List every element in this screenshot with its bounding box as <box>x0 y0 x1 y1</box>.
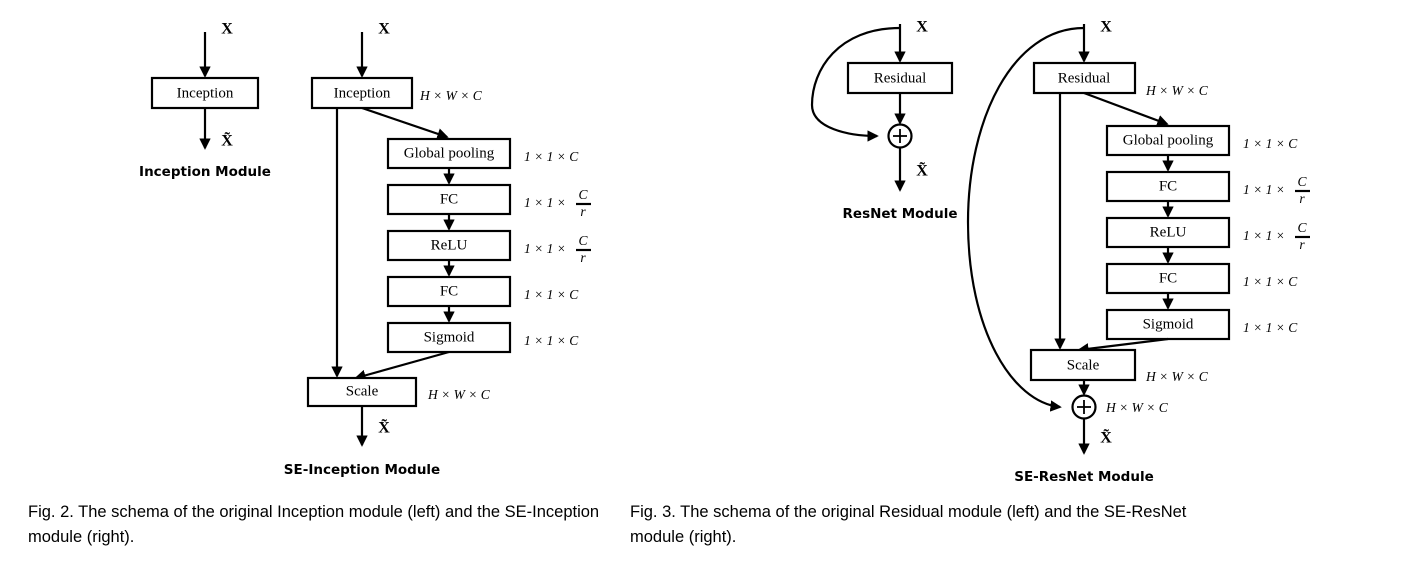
resnet-module-group: X Residual X̃ ResNet Module <box>810 19 958 222</box>
figure2-caption: Fig. 2. The schema of the original Incep… <box>28 503 600 546</box>
se-resnet-module-title: SE-ResNet Module <box>1014 469 1154 485</box>
relu-dim-prefix: 1 × 1 × <box>524 241 566 256</box>
se-resnet-input-label: X <box>1100 19 1112 36</box>
se-inception-module-title: SE-Inception Module <box>284 462 440 478</box>
resnet-output-label: X̃ <box>916 160 928 179</box>
fc2-dim: 1 × 1 × C <box>524 287 579 302</box>
se-sigmoid-dim: 1 × 1 × C <box>1243 320 1298 335</box>
fc1-dim-numerator: C <box>578 187 588 202</box>
global-pooling-dim: 1 × 1 × C <box>524 149 579 164</box>
se-resnet-output-label: X̃ <box>1100 427 1112 446</box>
fc2-box-label: FC <box>440 283 458 299</box>
relu-dim: 1 × 1 × C r <box>524 233 591 265</box>
se-scale-dim: H × W × C <box>1145 369 1209 384</box>
sigmoid-box-label: Sigmoid <box>424 329 475 345</box>
relu-box-label: ReLU <box>431 237 468 253</box>
inception-module-title: Inception Module <box>139 164 271 180</box>
se-relu-dim-denominator: r <box>1299 237 1305 252</box>
sigmoid-dim: 1 × 1 × C <box>524 333 579 348</box>
inception-module-group: X Inception X̃ Inception Module <box>139 21 271 180</box>
se-resnet-module-group: X Residual H × W × C Global pooling 1 × … <box>966 19 1310 485</box>
sigmoid-to-scale-arrow <box>354 350 450 381</box>
se-relu-dim-numerator: C <box>1297 220 1307 235</box>
se-relu-dim-prefix: 1 × 1 × <box>1243 228 1285 243</box>
se-inception-output-label: X̃ <box>378 417 390 436</box>
relu-dim-numerator: C <box>578 233 588 248</box>
se-fc1-box-label: FC <box>1159 178 1177 194</box>
figures-area: X Inception X̃ Inception Module X Incept… <box>0 0 1413 490</box>
se-relu-box-label: ReLU <box>1150 224 1187 240</box>
inception-output-label: X̃ <box>221 130 233 149</box>
se-global-pooling-dim: 1 × 1 × C <box>1243 136 1298 151</box>
se-sigmoid-box-label: Sigmoid <box>1143 316 1194 332</box>
se-fc2-dim: 1 × 1 × C <box>1243 274 1298 289</box>
se-inception-branch-to-pooling <box>361 106 449 140</box>
se-sigmoid-to-scale-arrow <box>1077 337 1169 355</box>
se-fc2-box-label: FC <box>1159 270 1177 286</box>
fc1-dim: 1 × 1 × C r <box>524 187 591 219</box>
scale-dim: H × W × C <box>427 387 491 402</box>
se-fc1-dim-prefix: 1 × 1 × <box>1243 182 1285 197</box>
se-fc1-dim-denominator: r <box>1299 191 1305 206</box>
fc1-dim-prefix: 1 × 1 × <box>524 195 566 210</box>
inception-box-label: Inception <box>177 85 234 101</box>
relu-dim-denominator: r <box>580 250 586 265</box>
se-scale-box-label: Scale <box>1067 357 1100 373</box>
inception-input-label: X <box>221 21 233 38</box>
figure3-caption: Fig. 3. The schema of the original Resid… <box>630 503 1187 546</box>
fc1-box-label: FC <box>440 191 458 207</box>
scale-box-label: Scale <box>346 383 379 399</box>
residual-box-label: Residual <box>874 70 927 86</box>
resnet-module-title: ResNet Module <box>843 206 958 222</box>
se-relu-dim: 1 × 1 × C r <box>1243 220 1310 252</box>
resnet-input-label: X <box>916 19 928 36</box>
se-inception-box-label: Inception <box>334 85 391 101</box>
se-inception-input-label: X <box>378 21 390 38</box>
fc1-dim-denominator: r <box>580 204 586 219</box>
se-inception-box-dim: H × W × C <box>419 88 483 103</box>
se-fc1-dim: 1 × 1 × C r <box>1243 174 1310 206</box>
diagram-canvas: X Inception X̃ Inception Module X Incept… <box>139 19 1310 485</box>
se-resnet-sum-dim: H × W × C <box>1105 400 1169 415</box>
se-fc1-dim-numerator: C <box>1297 174 1307 189</box>
global-pooling-box-label: Global pooling <box>404 145 495 161</box>
se-residual-dim: H × W × C <box>1145 83 1209 98</box>
se-residual-box-label: Residual <box>1058 70 1111 86</box>
se-global-pooling-box-label: Global pooling <box>1123 132 1214 148</box>
captions-area: Fig. 2. The schema of the original Incep… <box>0 492 1413 565</box>
se-inception-module-group: X Inception H × W × C Global pooling 1 ×… <box>284 21 591 478</box>
